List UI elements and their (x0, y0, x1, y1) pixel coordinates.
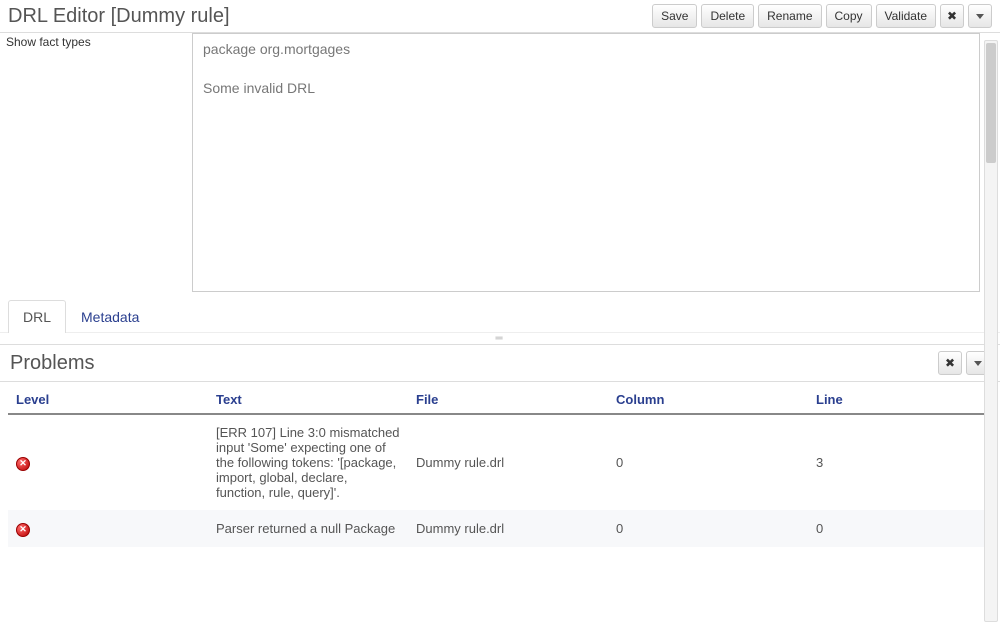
col-header-level[interactable]: Level (8, 386, 208, 414)
cell-text: Parser returned a null Package (208, 510, 408, 547)
validate-button[interactable]: Validate (876, 4, 936, 28)
chevron-down-icon (974, 361, 982, 366)
editor-tabs: DRL Metadata (0, 292, 1000, 332)
vertical-splitter[interactable]: ═ (0, 332, 1000, 344)
code-area-wrap (192, 33, 1000, 292)
cell-column: 0 (608, 510, 808, 547)
rename-button[interactable]: Rename (758, 4, 821, 28)
error-icon: ✕ (16, 523, 30, 537)
chevron-down-icon (976, 14, 984, 19)
cell-text: [ERR 107] Line 3:0 mismatched input 'Som… (208, 414, 408, 510)
copy-button[interactable]: Copy (826, 4, 872, 28)
close-panel-button[interactable]: ✖ (940, 4, 964, 28)
close-icon: ✖ (947, 9, 957, 23)
cell-file: Dummy rule.drl (408, 414, 608, 510)
cell-column: 0 (608, 414, 808, 510)
problems-table: Level Text File Column Line ✕ [ERR 107] … (8, 386, 992, 547)
cell-level: ✕ (8, 510, 208, 547)
tab-metadata[interactable]: Metadata (66, 300, 154, 333)
cell-line: 3 (808, 414, 992, 510)
col-header-text[interactable]: Text (208, 386, 408, 414)
problems-header: Problems ✖ (0, 344, 1000, 382)
cell-file: Dummy rule.drl (408, 510, 608, 547)
problems-title: Problems (10, 352, 938, 375)
page-title: DRL Editor [Dummy rule] (8, 5, 652, 28)
save-button[interactable]: Save (652, 4, 697, 28)
tab-drl[interactable]: DRL (8, 300, 66, 333)
show-fact-types-link[interactable]: Show fact types (0, 33, 192, 292)
col-header-column[interactable]: Column (608, 386, 808, 414)
close-icon: ✖ (945, 356, 955, 370)
close-problems-button[interactable]: ✖ (938, 351, 962, 375)
table-row[interactable]: ✕ [ERR 107] Line 3:0 mismatched input 'S… (8, 414, 992, 510)
error-icon: ✕ (16, 457, 30, 471)
editor-header: DRL Editor [Dummy rule] Save Delete Rena… (0, 0, 1000, 33)
editor-body: Show fact types (0, 33, 1000, 292)
table-header-row: Level Text File Column Line (8, 386, 992, 414)
header-actions: Save Delete Rename Copy Validate ✖ (652, 4, 992, 28)
cell-level: ✕ (8, 414, 208, 510)
table-row[interactable]: ✕ Parser returned a null Package Dummy r… (8, 510, 992, 547)
col-header-file[interactable]: File (408, 386, 608, 414)
cell-line: 0 (808, 510, 992, 547)
col-header-line[interactable]: Line (808, 386, 992, 414)
drl-code-textarea[interactable] (192, 33, 980, 292)
panel-menu-button[interactable] (968, 4, 992, 28)
delete-button[interactable]: Delete (701, 4, 754, 28)
